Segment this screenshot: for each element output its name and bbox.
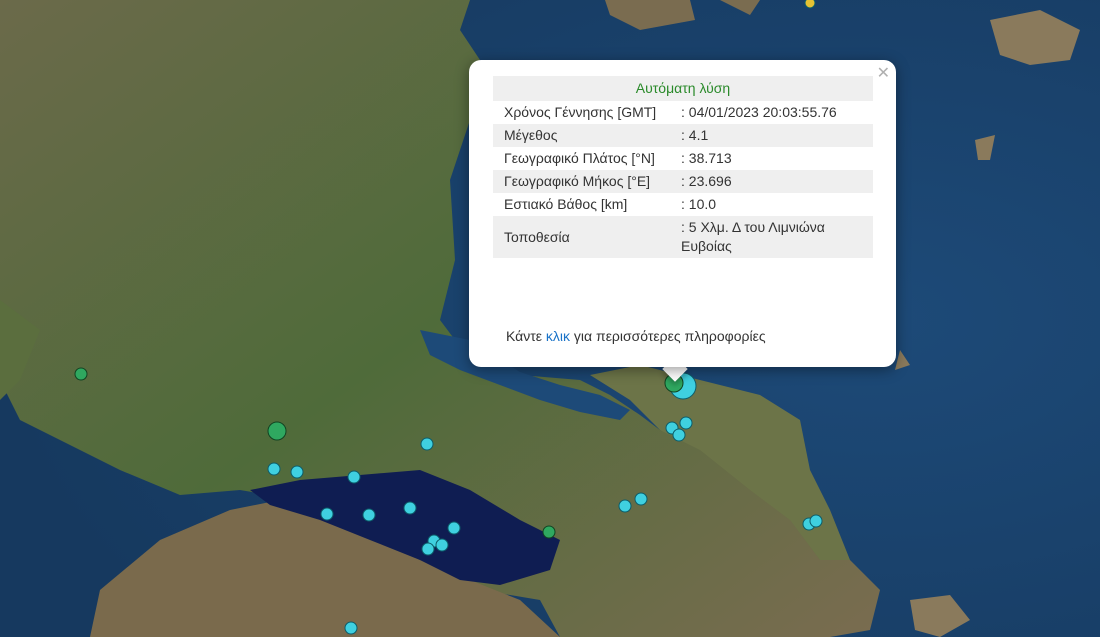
earthquake-marker[interactable] <box>344 621 358 635</box>
more-info-link[interactable]: κλικ <box>546 328 570 344</box>
row-value: : 38.713 <box>681 150 732 166</box>
earthquake-marker[interactable] <box>362 508 376 522</box>
row-label: Τοποθεσία <box>493 216 670 258</box>
more-suffix: για περισσότερες πληροφορίες <box>570 328 766 344</box>
earthquake-marker[interactable] <box>634 492 648 506</box>
row-value: : 5 Χλμ. Δ του Λιμνιώνα Ευβοίας <box>670 216 873 258</box>
earthquake-marker[interactable] <box>435 538 449 552</box>
row-label: Μέγεθος <box>493 124 670 147</box>
popup-title: Αυτόματη λύση <box>493 76 873 101</box>
earthquake-marker[interactable] <box>447 521 461 535</box>
row-label: Γεωγραφικό Μήκος [°E] <box>493 170 670 193</box>
row-label: Χρόνος Γέννησης [GMT] <box>504 104 657 120</box>
earthquake-marker[interactable] <box>679 416 693 430</box>
info-table: Αυτόματη λύση Χρόνος Γέννησης [GMT] : 04/… <box>493 76 873 258</box>
earthquake-marker[interactable] <box>809 514 823 528</box>
earthquake-marker[interactable] <box>74 367 88 381</box>
row-value: : 4.1 <box>670 124 873 147</box>
more-prefix: Κάντε <box>506 328 546 344</box>
earthquake-marker[interactable] <box>267 462 281 476</box>
earthquake-marker[interactable] <box>542 525 556 539</box>
row-value: : 23.696 <box>670 170 873 193</box>
earthquake-marker[interactable] <box>320 507 334 521</box>
earthquake-popup: ✕ Αυτόματη λύση Χρόνος Γέννησης [GMT] : 0… <box>469 60 896 367</box>
row-value: : 04/01/2023 20:03:55.76 <box>681 104 837 120</box>
earthquake-marker[interactable] <box>672 428 686 442</box>
row-label: Εστιακό Βάθος [km] <box>504 196 628 212</box>
earthquake-marker[interactable] <box>403 501 417 515</box>
earthquake-marker[interactable] <box>804 0 816 9</box>
close-icon[interactable]: ✕ <box>877 64 890 82</box>
more-info-line: Κάντε κλικ για περισσότερες πληροφορίες <box>506 328 766 344</box>
earthquake-marker[interactable] <box>420 437 434 451</box>
earthquake-marker[interactable] <box>421 542 435 556</box>
earthquake-marker[interactable] <box>267 421 287 441</box>
earthquake-marker[interactable] <box>618 499 632 513</box>
row-value: : 10.0 <box>681 196 717 212</box>
row-label: Γεωγραφικό Πλάτος [°N] <box>504 150 655 166</box>
earthquake-marker[interactable] <box>290 465 304 479</box>
earthquake-marker[interactable] <box>347 470 361 484</box>
